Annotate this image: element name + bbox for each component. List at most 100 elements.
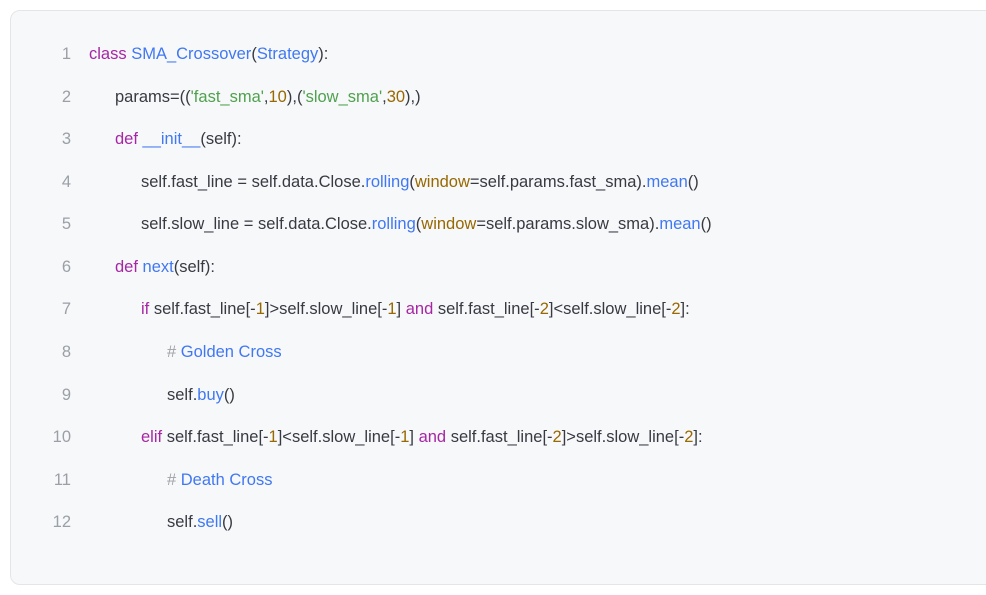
code-token: mean	[659, 215, 700, 233]
code-token: [-	[530, 300, 540, 318]
code-content: # Golden Cross	[89, 331, 282, 374]
code-token: self	[563, 300, 589, 318]
code-token: self	[292, 428, 318, 446]
code-token: self	[141, 173, 167, 191]
code-content: elif self.fast_line[-1]<self.slow_line[-…	[89, 416, 703, 459]
code-token: [-	[246, 300, 256, 318]
code-line: 5self.slow_line = self.data.Close.rollin…	[31, 203, 975, 246]
code-token: ()	[688, 173, 699, 191]
code-token: self	[167, 428, 193, 446]
line-number: 10	[31, 416, 89, 459]
code-token: self	[179, 258, 205, 276]
code-token: rolling	[365, 173, 409, 191]
code-token: params	[115, 88, 170, 106]
code-token: rolling	[372, 215, 416, 233]
line-number: 12	[31, 501, 89, 544]
code-token: self	[252, 173, 278, 191]
code-content: if self.fast_line[-1]>self.slow_line[-1]…	[89, 288, 690, 331]
code-content: class SMA_Crossover(Strategy):	[89, 33, 328, 76]
code-token: ()	[224, 386, 235, 404]
line-number: 2	[31, 76, 89, 119]
code-token: self	[480, 173, 506, 191]
code-token: 2	[684, 428, 693, 446]
code-token: self	[576, 428, 602, 446]
code-token: fast_sma	[569, 173, 636, 191]
code-token: Death Cross	[181, 471, 273, 489]
line-number: 8	[31, 331, 89, 374]
code-token: 1	[256, 300, 265, 318]
code-token: params	[510, 173, 565, 191]
code-line: 6def next(self):	[31, 246, 975, 289]
code-token: ).	[636, 173, 646, 191]
code-token: slow_line	[309, 300, 377, 318]
code-token: Close	[319, 173, 361, 191]
line-number: 5	[31, 203, 89, 246]
code-token: self	[141, 215, 167, 233]
code-line: 9self.buy()	[31, 374, 975, 417]
code-token: ]	[409, 428, 418, 446]
line-number: 4	[31, 161, 89, 204]
code-token: ),)	[405, 88, 421, 106]
code-token: class	[89, 45, 131, 63]
line-number: 1	[31, 33, 89, 76]
code-block: 1class SMA_Crossover(Strategy):2params=(…	[10, 10, 986, 585]
code-content: self.buy()	[89, 374, 235, 417]
code-token: 2	[553, 428, 562, 446]
code-token: ]:	[681, 300, 690, 318]
code-token: 1	[269, 428, 278, 446]
code-token: slow_line	[171, 215, 243, 233]
code-token: =	[244, 215, 258, 233]
code-line: 12self.sell()	[31, 501, 975, 544]
code-token: slow_line	[606, 428, 674, 446]
code-token: [-	[661, 300, 671, 318]
code-content: self.sell()	[89, 501, 233, 544]
code-content: params=(('fast_sma',10),('slow_sma',30),…	[89, 76, 421, 119]
code-line: 10elif self.fast_line[-1]<self.slow_line…	[31, 416, 975, 459]
code-token: data	[288, 215, 320, 233]
code-token: #	[167, 471, 181, 489]
code-line: 11 # Death Cross	[31, 459, 975, 502]
code-line: 1class SMA_Crossover(Strategy):	[31, 33, 975, 76]
code-line: 3def __init__(self):	[31, 118, 975, 161]
code-token: __init__	[143, 130, 201, 148]
code-token: 1	[387, 300, 396, 318]
code-token: [-	[674, 428, 684, 446]
code-token: if	[141, 300, 154, 318]
code-token: ]<	[549, 300, 563, 318]
code-token: 1	[400, 428, 409, 446]
code-token: [-	[258, 428, 268, 446]
line-number: 9	[31, 374, 89, 417]
line-number: 7	[31, 288, 89, 331]
code-token: self	[438, 300, 464, 318]
code-token: 2	[540, 300, 549, 318]
code-content: def __init__(self):	[89, 118, 242, 161]
code-token: data	[282, 173, 314, 191]
code-token: and	[419, 428, 451, 446]
line-number: 6	[31, 246, 89, 289]
code-token: ).	[649, 215, 659, 233]
code-token: fast_line	[197, 428, 258, 446]
code-token: ]<	[278, 428, 292, 446]
code-content: self.slow_line = self.data.Close.rolling…	[89, 203, 712, 246]
code-token: window	[415, 173, 470, 191]
code-token: Close	[325, 215, 367, 233]
code-token: params	[516, 215, 571, 233]
code-token: next	[143, 258, 174, 276]
code-token: self	[206, 130, 232, 148]
code-line: 8# Golden Cross	[31, 331, 975, 374]
code-token: fast_line	[184, 300, 245, 318]
code-token: self	[154, 300, 180, 318]
line-number: 11	[31, 459, 89, 502]
line-number: 3	[31, 118, 89, 161]
code-token: 'slow_sma'	[302, 88, 382, 106]
code-token: def	[115, 258, 143, 276]
code-token: #	[167, 343, 181, 361]
code-token: ]	[397, 300, 406, 318]
code-token: mean	[647, 173, 688, 191]
code-token: 2	[671, 300, 680, 318]
code-token: self	[258, 215, 284, 233]
code-token: fast_line	[481, 428, 542, 446]
code-token: 30	[387, 88, 405, 106]
code-token: [-	[377, 300, 387, 318]
code-token: ),(	[287, 88, 303, 106]
